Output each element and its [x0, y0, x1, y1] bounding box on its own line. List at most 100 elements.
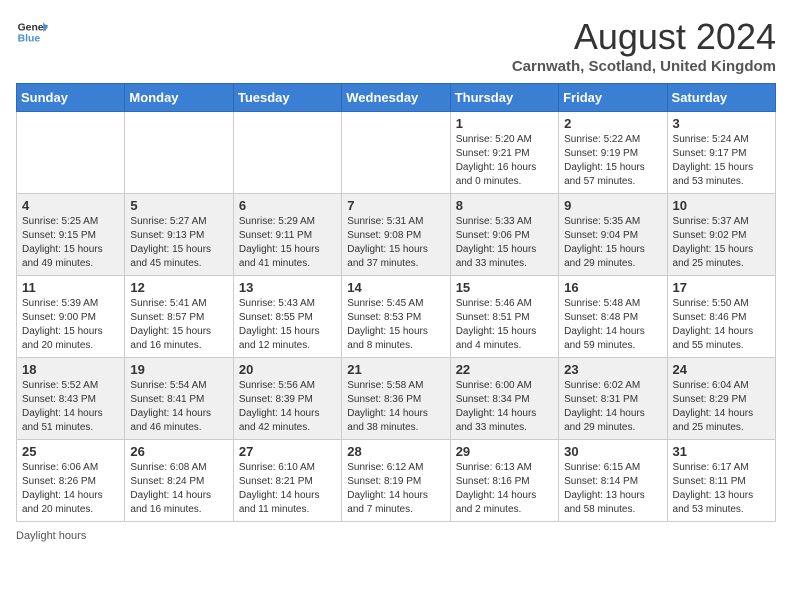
calendar-cell — [233, 112, 341, 194]
calendar-cell: 15 Sunrise: 5:46 AM Sunset: 8:51 PM Dayli… — [450, 276, 558, 358]
day-number: 9 — [564, 198, 661, 213]
day-info: Sunrise: 6:10 AM Sunset: 8:21 PM Dayligh… — [239, 461, 336, 517]
day-info: Sunrise: 5:46 AM Sunset: 8:51 PM Dayligh… — [456, 297, 553, 353]
calendar-cell: 24 Sunrise: 6:04 AM Sunset: 8:29 PM Dayli… — [667, 358, 775, 440]
day-number: 25 — [22, 444, 119, 459]
day-number: 7 — [347, 198, 444, 213]
day-info: Sunrise: 6:04 AM Sunset: 8:29 PM Dayligh… — [673, 379, 770, 435]
calendar-cell: 9 Sunrise: 5:35 AM Sunset: 9:04 PM Daylig… — [559, 194, 667, 276]
day-info: Sunrise: 5:54 AM Sunset: 8:41 PM Dayligh… — [130, 379, 227, 435]
calendar-week-4: 18Sunrise: 5:52 AM Sunset: 8:43 PM Dayli… — [17, 358, 776, 440]
day-info: Sunrise: 5:22 AM Sunset: 9:19 PM Dayligh… — [564, 133, 661, 189]
day-info: Sunrise: 5:45 AM Sunset: 8:53 PM Dayligh… — [347, 297, 444, 353]
calendar-cell: 5 Sunrise: 5:27 AM Sunset: 9:13 PM Daylig… — [125, 194, 233, 276]
col-header-monday: Monday — [125, 84, 233, 112]
calendar-cell: 13 Sunrise: 5:43 AM Sunset: 8:55 PM Dayli… — [233, 276, 341, 358]
day-number: 6 — [239, 198, 336, 213]
day-info: Sunrise: 5:56 AM Sunset: 8:39 PM Dayligh… — [239, 379, 336, 435]
calendar-week-2: 4Sunrise: 5:25 AM Sunset: 9:15 PM Daylig… — [17, 194, 776, 276]
calendar-cell: 16 Sunrise: 5:48 AM Sunset: 8:48 PM Dayli… — [559, 276, 667, 358]
day-info: Sunrise: 5:35 AM Sunset: 9:04 PM Dayligh… — [564, 215, 661, 271]
day-number: 16 — [564, 280, 661, 295]
day-info: Sunrise: 6:15 AM Sunset: 8:14 PM Dayligh… — [564, 461, 661, 517]
calendar-cell: 17 Sunrise: 5:50 AM Sunset: 8:46 PM Dayli… — [667, 276, 775, 358]
day-number: 15 — [456, 280, 553, 295]
calendar-cell: 20 Sunrise: 5:56 AM Sunset: 8:39 PM Dayli… — [233, 358, 341, 440]
col-header-wednesday: Wednesday — [342, 84, 450, 112]
day-info: Sunrise: 5:27 AM Sunset: 9:13 PM Dayligh… — [130, 215, 227, 271]
calendar-cell: 14 Sunrise: 5:45 AM Sunset: 8:53 PM Dayli… — [342, 276, 450, 358]
calendar-week-3: 11 Sunrise: 5:39 AM Sunset: 9:00 PM Dayli… — [17, 276, 776, 358]
calendar-cell — [125, 112, 233, 194]
logo-icon: General Blue — [16, 16, 48, 48]
calendar-cell: 21Sunrise: 5:58 AM Sunset: 8:36 PM Dayli… — [342, 358, 450, 440]
day-number: 1 — [456, 116, 553, 131]
calendar-cell: 31Sunrise: 6:17 AM Sunset: 8:11 PM Dayli… — [667, 440, 775, 522]
day-number: 8 — [456, 198, 553, 213]
day-info: Sunrise: 5:25 AM Sunset: 9:15 PM Dayligh… — [22, 215, 119, 271]
day-info: Sunrise: 5:50 AM Sunset: 8:46 PM Dayligh… — [673, 297, 770, 353]
day-number: 30 — [564, 444, 661, 459]
day-number: 23 — [564, 362, 661, 377]
calendar-cell: 12Sunrise: 5:41 AM Sunset: 8:57 PM Dayli… — [125, 276, 233, 358]
calendar-cell: 22 Sunrise: 6:00 AM Sunset: 8:34 PM Dayli… — [450, 358, 558, 440]
day-number: 13 — [239, 280, 336, 295]
day-info: Sunrise: 5:58 AM Sunset: 8:36 PM Dayligh… — [347, 379, 444, 435]
calendar-cell: 3 Sunrise: 5:24 AM Sunset: 9:17 PM Daylig… — [667, 112, 775, 194]
calendar-cell: 23 Sunrise: 6:02 AM Sunset: 8:31 PM Dayli… — [559, 358, 667, 440]
logo: General Blue — [16, 16, 48, 48]
footer-text: Daylight hours — [16, 530, 86, 542]
day-number: 20 — [239, 362, 336, 377]
day-info: Sunrise: 6:00 AM Sunset: 8:34 PM Dayligh… — [456, 379, 553, 435]
day-number: 26 — [130, 444, 227, 459]
calendar-cell: 27 Sunrise: 6:10 AM Sunset: 8:21 PM Dayli… — [233, 440, 341, 522]
calendar-cell: 28Sunrise: 6:12 AM Sunset: 8:19 PM Dayli… — [342, 440, 450, 522]
day-info: Sunrise: 5:52 AM Sunset: 8:43 PM Dayligh… — [22, 379, 119, 435]
day-number: 31 — [673, 444, 770, 459]
calendar-cell: 25 Sunrise: 6:06 AM Sunset: 8:26 PM Dayli… — [17, 440, 125, 522]
day-info: Sunrise: 6:02 AM Sunset: 8:31 PM Dayligh… — [564, 379, 661, 435]
day-info: Sunrise: 5:29 AM Sunset: 9:11 PM Dayligh… — [239, 215, 336, 271]
calendar-cell: 2Sunrise: 5:22 AM Sunset: 9:19 PM Daylig… — [559, 112, 667, 194]
calendar-cell: 11 Sunrise: 5:39 AM Sunset: 9:00 PM Dayli… — [17, 276, 125, 358]
calendar-cell: 10Sunrise: 5:37 AM Sunset: 9:02 PM Dayli… — [667, 194, 775, 276]
day-number: 24 — [673, 362, 770, 377]
day-info: Sunrise: 5:33 AM Sunset: 9:06 PM Dayligh… — [456, 215, 553, 271]
day-info: Sunrise: 5:43 AM Sunset: 8:55 PM Dayligh… — [239, 297, 336, 353]
day-info: Sunrise: 6:06 AM Sunset: 8:26 PM Dayligh… — [22, 461, 119, 517]
day-info: Sunrise: 5:31 AM Sunset: 9:08 PM Dayligh… — [347, 215, 444, 271]
day-number: 5 — [130, 198, 227, 213]
day-info: Sunrise: 6:13 AM Sunset: 8:16 PM Dayligh… — [456, 461, 553, 517]
calendar-cell: 19Sunrise: 5:54 AM Sunset: 8:41 PM Dayli… — [125, 358, 233, 440]
calendar-week-5: 25 Sunrise: 6:06 AM Sunset: 8:26 PM Dayli… — [17, 440, 776, 522]
day-number: 11 — [22, 280, 119, 295]
calendar-cell: 18Sunrise: 5:52 AM Sunset: 8:43 PM Dayli… — [17, 358, 125, 440]
day-info: Sunrise: 6:08 AM Sunset: 8:24 PM Dayligh… — [130, 461, 227, 517]
calendar-table: SundayMondayTuesdayWednesdayThursdayFrid… — [16, 83, 776, 522]
col-header-sunday: Sunday — [17, 84, 125, 112]
calendar-cell: 6 Sunrise: 5:29 AM Sunset: 9:11 PM Daylig… — [233, 194, 341, 276]
svg-text:Blue: Blue — [18, 34, 41, 45]
day-number: 17 — [673, 280, 770, 295]
calendar-cell: 7 Sunrise: 5:31 AM Sunset: 9:08 PM Daylig… — [342, 194, 450, 276]
day-number: 27 — [239, 444, 336, 459]
calendar-week-1: 1Sunrise: 5:20 AM Sunset: 9:21 PM Daylig… — [17, 112, 776, 194]
day-info: Sunrise: 5:39 AM Sunset: 9:00 PM Dayligh… — [22, 297, 119, 353]
calendar-cell: 30 Sunrise: 6:15 AM Sunset: 8:14 PM Dayli… — [559, 440, 667, 522]
day-info: Sunrise: 5:48 AM Sunset: 8:48 PM Dayligh… — [564, 297, 661, 353]
calendar-cell: 29 Sunrise: 6:13 AM Sunset: 8:16 PM Dayli… — [450, 440, 558, 522]
calendar-cell: 8 Sunrise: 5:33 AM Sunset: 9:06 PM Daylig… — [450, 194, 558, 276]
day-info: Sunrise: 5:37 AM Sunset: 9:02 PM Dayligh… — [673, 215, 770, 271]
page-header: General Blue August 2024 Carnwath, Scotl… — [16, 16, 776, 75]
title-area: August 2024 Carnwath, Scotland, United K… — [512, 16, 776, 75]
calendar-cell: 26 Sunrise: 6:08 AM Sunset: 8:24 PM Dayli… — [125, 440, 233, 522]
day-info: Sunrise: 6:12 AM Sunset: 8:19 PM Dayligh… — [347, 461, 444, 517]
day-info: Sunrise: 5:24 AM Sunset: 9:17 PM Dayligh… — [673, 133, 770, 189]
calendar-cell — [17, 112, 125, 194]
day-number: 29 — [456, 444, 553, 459]
day-number: 22 — [456, 362, 553, 377]
calendar-cell: 4Sunrise: 5:25 AM Sunset: 9:15 PM Daylig… — [17, 194, 125, 276]
calendar-cell — [342, 112, 450, 194]
day-number: 14 — [347, 280, 444, 295]
day-number: 3 — [673, 116, 770, 131]
